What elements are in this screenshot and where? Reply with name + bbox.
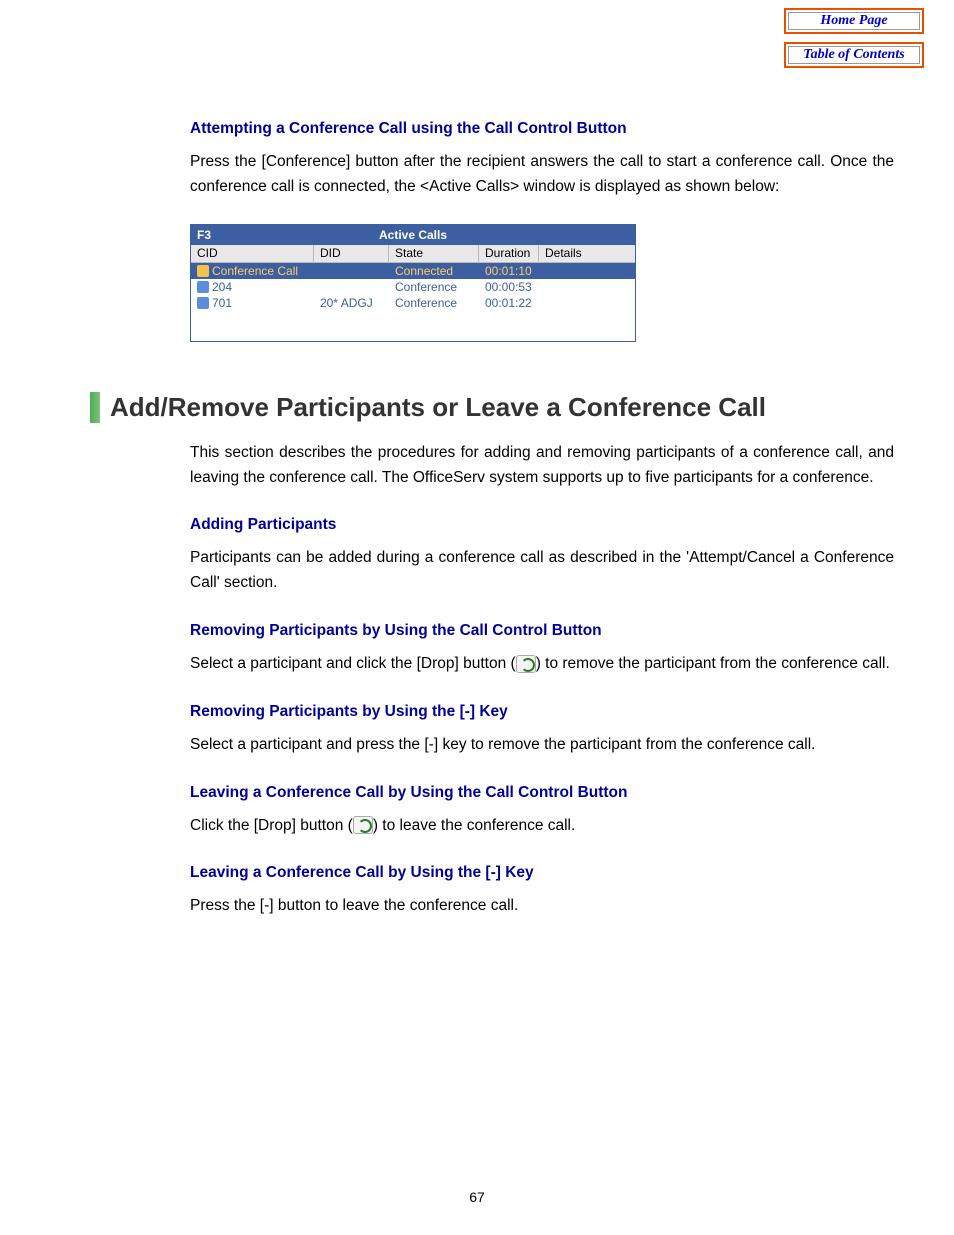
table-row[interactable]: 701 20* ADGJ Conference 00:01:22 xyxy=(191,295,635,311)
body-leave-key: Press the [-] button to leave the confer… xyxy=(190,894,894,919)
body-adding: Participants can be added during a confe… xyxy=(190,546,894,596)
cell-did: 20* ADGJ xyxy=(314,295,389,311)
table-of-contents-button[interactable]: Table of Contents xyxy=(784,42,924,68)
active-calls-title: Active Calls xyxy=(379,228,447,242)
active-calls-body: Conference Call Connected 00:01:10 204 C… xyxy=(191,263,635,341)
section-heading-wrap: Add/Remove Participants or Leave a Confe… xyxy=(90,392,894,423)
page-number: 67 xyxy=(0,1189,954,1205)
cell-did xyxy=(314,263,389,279)
cell-duration: 00:01:22 xyxy=(479,295,539,311)
call-icon xyxy=(197,297,209,309)
subheading-leave-btn: Leaving a Conference Call by Using the C… xyxy=(190,784,894,802)
cell-duration: 00:00:53 xyxy=(479,279,539,295)
subheading-remove-key: Removing Participants by Using the [-] K… xyxy=(190,703,894,721)
cell-details xyxy=(539,279,635,295)
col-header-did: DID xyxy=(314,245,389,262)
subheading-remove-btn: Removing Participants by Using the Call … xyxy=(190,622,894,640)
drop-button-icon xyxy=(353,816,373,834)
cell-duration: 00:01:10 xyxy=(479,263,539,279)
text-post: ) to remove the participant from the con… xyxy=(536,655,890,672)
subheading-adding: Adding Participants xyxy=(190,516,894,534)
cell-details xyxy=(539,295,635,311)
cell-state: Conference xyxy=(389,279,479,295)
body-leave-btn: Click the [Drop] button ( ) to leave the … xyxy=(190,814,894,839)
col-header-cid: CID xyxy=(191,245,314,262)
body-remove-btn: Select a participant and click the [Drop… xyxy=(190,652,894,677)
nav-buttons: Home Page Table of Contents xyxy=(784,8,924,68)
body-attempt-conf: Press the [Conference] button after the … xyxy=(190,150,894,200)
section-heading: Add/Remove Participants or Leave a Confe… xyxy=(110,392,766,423)
call-icon xyxy=(197,265,209,277)
active-calls-titlebar: F3 Active Calls xyxy=(191,225,635,245)
drop-button-icon xyxy=(516,655,536,673)
cell-cid: 204 xyxy=(212,280,232,294)
cell-cid: 701 xyxy=(212,296,232,310)
text-post: ) to leave the conference call. xyxy=(373,817,575,834)
subheading-leave-key: Leaving a Conference Call by Using the [… xyxy=(190,864,894,882)
text-pre: Select a participant and click the [Drop… xyxy=(190,655,516,672)
cell-did xyxy=(314,279,389,295)
call-icon xyxy=(197,281,209,293)
subheading-attempt-conf: Attempting a Conference Call using the C… xyxy=(190,120,894,138)
active-calls-window: F3 Active Calls CID DID State Duration D… xyxy=(190,224,636,342)
cell-cid: Conference Call xyxy=(212,264,298,278)
col-header-details: Details xyxy=(539,245,635,262)
col-header-state: State xyxy=(389,245,479,262)
section-intro: This section describes the procedures fo… xyxy=(190,441,894,491)
active-calls-header-row: CID DID State Duration Details xyxy=(191,245,635,263)
body-remove-key: Select a participant and press the [-] k… xyxy=(190,733,894,758)
cell-state: Conference xyxy=(389,295,479,311)
cell-state: Connected xyxy=(389,263,479,279)
table-row[interactable]: 204 Conference 00:00:53 xyxy=(191,279,635,295)
home-page-button[interactable]: Home Page xyxy=(784,8,924,34)
table-row[interactable]: Conference Call Connected 00:01:10 xyxy=(191,263,635,279)
cell-details xyxy=(539,263,635,279)
active-calls-fkey: F3 xyxy=(197,228,211,242)
col-header-duration: Duration xyxy=(479,245,539,262)
green-bar-icon xyxy=(90,392,100,423)
text-pre: Click the [Drop] button ( xyxy=(190,817,353,834)
